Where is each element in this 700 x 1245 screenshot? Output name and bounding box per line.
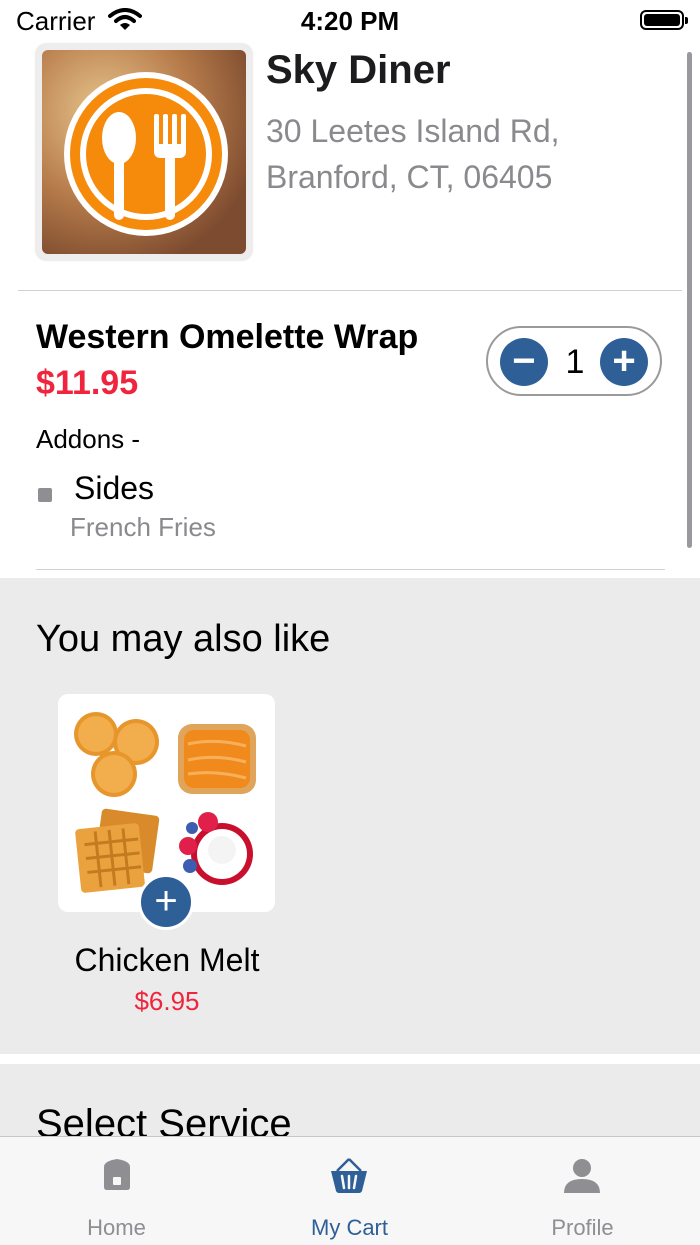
status-time: 4:20 PM (300, 6, 400, 36)
item-divider (36, 569, 665, 570)
tab-home-label: Home (87, 1215, 146, 1240)
cart-item-name: Western Omelette Wrap (36, 318, 419, 356)
tab-my-cart-label: My Cart (311, 1215, 388, 1240)
decrease-quantity-button[interactable]: − (500, 338, 548, 386)
suggestion-card[interactable]: + (58, 694, 275, 930)
suggestions-section: You may also like + Chicken Melt $6.95 (0, 578, 700, 1054)
scroll-indicator[interactable] (687, 52, 692, 548)
quantity-stepper: − 1 + (486, 326, 662, 396)
fork-spoon-icon (64, 72, 228, 236)
home-icon (98, 1157, 136, 1196)
add-to-cart-button[interactable]: + (138, 874, 194, 930)
restaurant-address: 30 Leetes Island Rd, Branford, CT, 06405 (266, 113, 560, 195)
tab-bar: Home My Cart Profile (0, 1136, 700, 1245)
addon-group-label: Sides (74, 470, 155, 506)
service-section: Select Service (0, 1064, 700, 1136)
suggestion-price: $6.95 (134, 986, 200, 1016)
restaurant-name: Sky Diner (266, 48, 451, 92)
addon-choice-label: French Fries (70, 512, 216, 542)
quantity-value: 1 (565, 343, 585, 381)
service-title: Select Service (36, 1102, 292, 1136)
header-divider (18, 290, 682, 291)
basket-icon (329, 1157, 369, 1200)
tab-home[interactable]: Home (0, 1137, 233, 1245)
person-icon (562, 1157, 602, 1200)
suggestion-name: Chicken Melt (74, 942, 260, 978)
cart-item-price: $11.95 (36, 364, 139, 402)
bullet-icon (38, 488, 52, 502)
restaurant-logo (36, 44, 252, 260)
tab-profile-label: Profile (551, 1215, 614, 1240)
battery-icon (640, 10, 688, 30)
status-bar: Carrier 4:20 PM (0, 0, 700, 44)
tab-my-cart[interactable]: My Cart (233, 1137, 466, 1245)
addons-label: Addons - (36, 424, 141, 454)
tab-profile[interactable]: Profile (466, 1137, 699, 1245)
suggestions-title: You may also like (36, 618, 331, 660)
increase-quantity-button[interactable]: + (600, 338, 648, 386)
